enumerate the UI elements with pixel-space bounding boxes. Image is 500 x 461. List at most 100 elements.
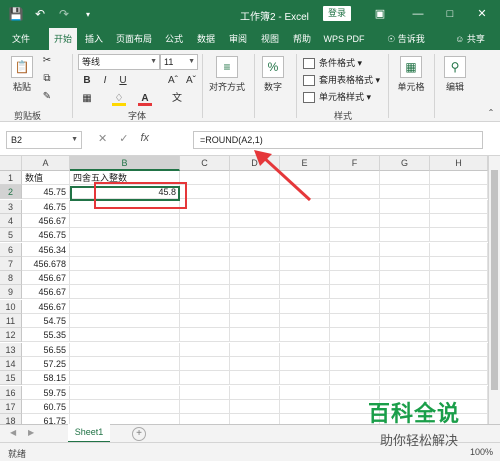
tell-me[interactable]: ☉ 告诉我 [382,28,430,50]
conditional-format-button[interactable]: 条件格式 ▾ [303,56,362,70]
column-header-c[interactable]: C [180,156,230,171]
enter-icon[interactable]: ✓ [119,132,128,145]
cell-g12[interactable] [380,328,430,343]
cell-a15[interactable]: 58.15 [22,371,70,386]
alignment-button[interactable]: ≡ 对齐方式 [206,56,248,93]
cell-c9[interactable] [180,285,230,300]
cell-d16[interactable] [230,385,280,400]
cell-b11[interactable] [70,314,180,328]
row-header-6[interactable]: 6 [0,242,22,257]
cell-d15[interactable] [230,371,280,386]
increase-font-icon[interactable]: Aˆ [166,74,180,88]
cell-f10[interactable] [330,299,380,314]
cell-a6[interactable]: 456.34 [22,242,70,257]
add-sheet-icon[interactable]: + [132,427,146,441]
cell-a17[interactable]: 60.75 [22,399,70,414]
cell-g3[interactable] [380,199,430,214]
cell-c17[interactable] [180,399,230,414]
row-header-10[interactable]: 10 [0,299,22,314]
cell-b16[interactable] [70,385,180,400]
collapse-ribbon-icon[interactable]: ⌃ [484,106,498,120]
column-header-g[interactable]: G [380,156,430,171]
cell-e14[interactable] [280,356,330,371]
tab-data[interactable]: 数据 [194,28,218,50]
row-header-1[interactable]: 1 [0,171,22,185]
cell-a9[interactable]: 456.67 [22,285,70,300]
format-painter-icon[interactable]: ✎ [40,90,54,104]
cell-h9[interactable] [430,285,488,300]
cell-g7[interactable] [380,256,430,271]
cell-h3[interactable] [430,199,488,214]
cell-a14[interactable]: 57.25 [22,356,70,371]
function-icon[interactable]: fx [140,132,149,145]
cell-c10[interactable] [180,299,230,314]
restore-ribbon-icon[interactable]: ▣ [372,6,388,22]
cell-e5[interactable] [280,228,330,243]
cell-h13[interactable] [430,342,488,357]
column-header-f[interactable]: F [330,156,380,171]
row-header-5[interactable]: 5 [0,228,22,243]
phonetic-icon[interactable]: 文 [170,92,184,106]
font-size-select[interactable]: 11 ▼ [160,54,198,70]
cell-c2[interactable] [180,185,230,200]
cell-b14[interactable] [70,356,180,371]
row-header-12[interactable]: 12 [0,328,22,343]
cell-f2[interactable] [330,185,380,200]
cell-c12[interactable] [180,328,230,343]
fill-color-icon[interactable]: ♢ [112,92,126,106]
decrease-font-icon[interactable]: Aˇ [184,74,198,88]
cell-c15[interactable] [180,371,230,386]
column-header-b[interactable]: B [70,156,180,171]
cell-f3[interactable] [330,199,380,214]
italic-icon[interactable]: I [98,74,112,88]
cell-d11[interactable] [230,314,280,328]
cell-e16[interactable] [280,385,330,400]
customize-icon[interactable]: ▾ [80,6,96,22]
cell-f7[interactable] [330,256,380,271]
row-header-4[interactable]: 4 [0,213,22,228]
cell-e11[interactable] [280,314,330,328]
cancel-icon[interactable]: ✕ [98,132,107,145]
cell-b6[interactable] [70,242,180,257]
cell-c3[interactable] [180,199,230,214]
cell-d5[interactable] [230,228,280,243]
prev-sheet-icon[interactable]: ◀ [10,428,16,437]
cell-f11[interactable] [330,314,380,328]
cell-c8[interactable] [180,271,230,286]
cell-h5[interactable] [430,228,488,243]
cell-a2[interactable]: 45.75 [22,185,70,200]
cell-b7[interactable] [70,256,180,271]
share-button[interactable]: ☺ 共享 [448,28,492,50]
cell-a7[interactable]: 456.678 [22,256,70,271]
cell-e4[interactable] [280,213,330,228]
font-color-icon[interactable]: A [138,92,152,106]
cell-f15[interactable] [330,371,380,386]
undo-icon[interactable]: ↶ [32,6,48,22]
tab-view[interactable]: 视图 [258,28,282,50]
cell-g9[interactable] [380,285,430,300]
redo-icon[interactable]: ↷ [56,6,72,22]
cell-f8[interactable] [330,271,380,286]
row-header-13[interactable]: 13 [0,342,22,357]
format-table-button[interactable]: 套用表格格式 ▾ [303,73,380,87]
row-header-3[interactable]: 3 [0,199,22,214]
cell-d14[interactable] [230,356,280,371]
cell-f4[interactable] [330,213,380,228]
cell-e12[interactable] [280,328,330,343]
cell-c4[interactable] [180,213,230,228]
tab-formulas[interactable]: 公式 [162,28,186,50]
cell-g6[interactable] [380,242,430,257]
cell-h11[interactable] [430,314,488,328]
row-header-2[interactable]: 2 [0,185,22,200]
scrollbar-thumb[interactable] [491,170,498,390]
row-header-11[interactable]: 11 [0,314,22,328]
cell-h10[interactable] [430,299,488,314]
cell-f14[interactable] [330,356,380,371]
cell-c11[interactable] [180,314,230,328]
sheet-tab[interactable]: Sheet1 [68,424,110,443]
cell-a1[interactable]: 数值 [22,171,70,185]
tab-review[interactable]: 审阅 [226,28,250,50]
cell-b8[interactable] [70,271,180,286]
cell-b10[interactable] [70,299,180,314]
cell-f6[interactable] [330,242,380,257]
